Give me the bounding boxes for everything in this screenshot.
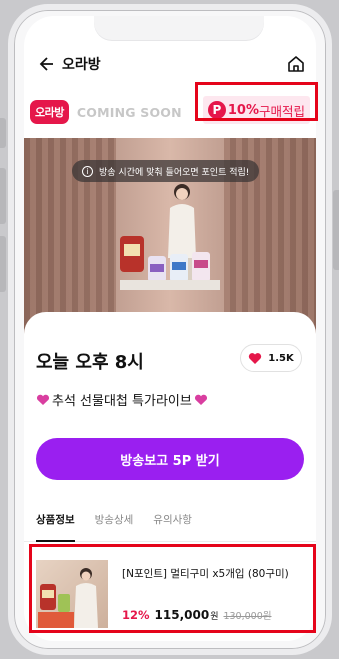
brand-logo[interactable]: 오라방 <box>30 100 69 124</box>
live-video[interactable]: i 방송 시간에 맞춰 들어오면 포인트 적립! <box>24 138 316 338</box>
tab-notice[interactable]: 유의사항 <box>153 498 192 541</box>
back-arrow-icon[interactable] <box>36 54 56 74</box>
live-subtitle-text: 추석 선물대첩 특가라이브 <box>52 394 192 409</box>
tab-bar: 상품정보 방송상세 유의사항 <box>24 498 316 542</box>
heart-icon <box>249 352 262 364</box>
like-button[interactable]: 1.5K <box>240 344 302 372</box>
info-icon: i <box>82 165 93 177</box>
top-bar: 오라방 <box>24 46 316 82</box>
live-time: 오늘 오후 8시 <box>36 352 144 373</box>
live-subtitle: 추석 선물대첩 특가라이브 <box>36 390 208 409</box>
volume-up-button <box>0 168 6 224</box>
silent-switch <box>0 118 6 148</box>
product-display-image <box>120 236 220 290</box>
sparkle-heart-icon <box>36 394 50 405</box>
tab-product-info[interactable]: 상품정보 <box>36 498 75 542</box>
product-item-highlight <box>29 544 316 633</box>
watch-reward-button[interactable]: 방송보고 5P 받기 <box>36 438 304 480</box>
page-title: 오라방 <box>62 57 101 73</box>
coming-soon-label: COMING SOON <box>76 104 182 120</box>
sparkle-heart-icon <box>194 394 207 405</box>
tab-broadcast-details[interactable]: 방송상세 <box>95 498 134 541</box>
point-badge-highlight <box>195 82 318 121</box>
notice-text: 방송 시간에 맞춰 들어오면 포인트 적립! <box>99 167 250 178</box>
phone-notch <box>94 16 264 40</box>
home-icon[interactable] <box>286 54 306 74</box>
like-count: 1.5K <box>268 352 294 364</box>
power-button <box>333 190 339 270</box>
volume-down-button <box>0 236 6 292</box>
